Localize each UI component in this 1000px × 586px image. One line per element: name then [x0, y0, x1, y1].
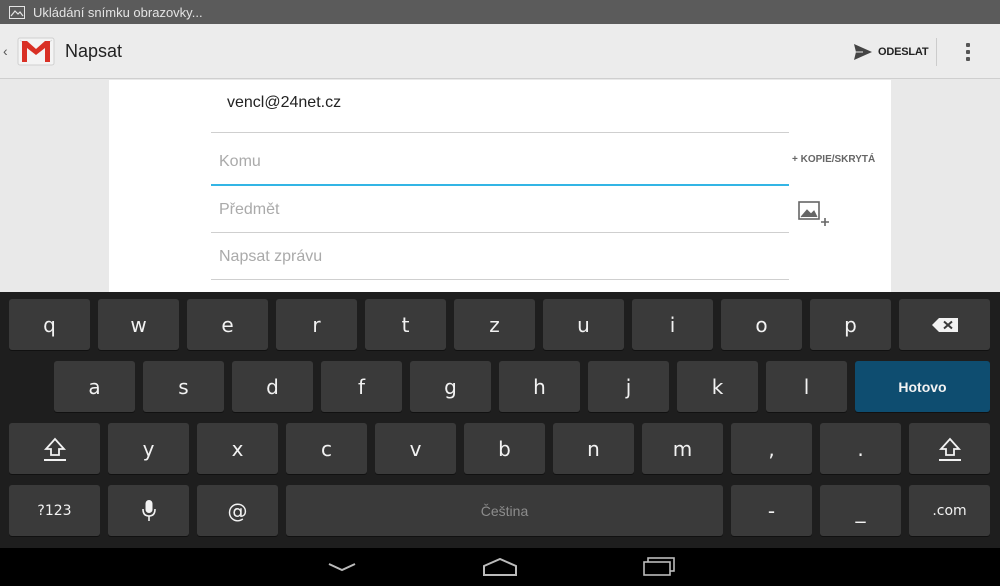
key-i[interactable]: i	[632, 299, 713, 350]
from-divider	[211, 132, 789, 133]
home-icon	[483, 558, 517, 576]
key-j[interactable]: j	[588, 361, 669, 412]
dotcom-key[interactable]: .com	[909, 485, 990, 536]
key-n[interactable]: n	[553, 423, 634, 474]
shift-key-left[interactable]	[9, 423, 100, 474]
at-key[interactable]: @	[197, 485, 278, 536]
subject-input[interactable]	[211, 192, 789, 228]
send-icon	[854, 43, 872, 60]
key-e[interactable]: e	[187, 299, 268, 350]
send-label: ODESLAT	[878, 45, 929, 58]
key-s[interactable]: s	[143, 361, 224, 412]
space-key[interactable]: Čeština	[286, 485, 723, 536]
symbols-key[interactable]: ?123	[9, 485, 100, 536]
key-r[interactable]: r	[276, 299, 357, 350]
send-button[interactable]: ODESLAT	[846, 24, 938, 79]
key-l[interactable]: l	[766, 361, 847, 412]
subject-underline	[211, 232, 789, 233]
notification-text: Ukládání snímku obrazovky...	[33, 4, 203, 20]
key-q[interactable]: q	[9, 299, 90, 350]
overflow-menu-button[interactable]	[948, 24, 988, 79]
key-t[interactable]: t	[365, 299, 446, 350]
home-button[interactable]	[465, 548, 535, 586]
key-g[interactable]: g	[410, 361, 491, 412]
key-z[interactable]: z	[454, 299, 535, 350]
dash-key[interactable]: -	[731, 485, 812, 536]
done-key[interactable]: Hotovo	[855, 361, 990, 412]
back-button[interactable]	[307, 548, 377, 586]
to-input[interactable]	[211, 144, 789, 180]
key-d[interactable]: d	[232, 361, 313, 412]
key-comma[interactable]: ,	[731, 423, 812, 474]
backspace-icon	[931, 317, 958, 332]
attach-picture-button[interactable]	[797, 200, 831, 230]
voice-input-key[interactable]	[108, 485, 189, 536]
key-u[interactable]: u	[543, 299, 624, 350]
page-title: Napsat	[65, 40, 123, 61]
soft-keyboard: q w e r t z u i o p a s d f g h j k l Ho…	[0, 292, 1000, 548]
key-c[interactable]: c	[286, 423, 367, 474]
key-x[interactable]: x	[197, 423, 278, 474]
recent-apps-icon	[643, 557, 675, 576]
back-icon	[328, 563, 356, 572]
shift-icon	[938, 437, 961, 461]
backspace-key[interactable]	[899, 299, 990, 350]
key-v[interactable]: v	[375, 423, 456, 474]
to-underline	[211, 184, 789, 186]
key-h[interactable]: h	[499, 361, 580, 412]
up-navigation-button[interactable]: ‹ Napsat	[0, 24, 122, 78]
key-period[interactable]: .	[820, 423, 901, 474]
key-f[interactable]: f	[321, 361, 402, 412]
message-body-input[interactable]	[211, 239, 789, 275]
action-bar-divider	[936, 38, 937, 66]
action-bar: ‹ Napsat ODESLAT	[0, 24, 1000, 79]
status-bar: Ukládání snímku obrazovky...	[0, 0, 1000, 24]
microphone-icon	[141, 499, 156, 521]
attach-picture-icon	[798, 201, 829, 226]
cc-bcc-button[interactable]: + KOPIE/SKRYTÁ	[792, 154, 875, 165]
key-o[interactable]: o	[721, 299, 802, 350]
from-account[interactable]: vencl@24net.cz	[227, 94, 341, 112]
back-caret-icon: ‹	[3, 43, 8, 59]
key-w[interactable]: w	[98, 299, 179, 350]
gmail-icon	[17, 37, 55, 66]
key-p[interactable]: p	[810, 299, 891, 350]
shift-key-right[interactable]	[909, 423, 990, 474]
shift-icon	[43, 437, 66, 461]
message-underline	[211, 279, 789, 280]
navigation-bar	[0, 548, 1000, 586]
key-a[interactable]: a	[54, 361, 135, 412]
compose-form: vencl@24net.cz + KOPIE/SKRYTÁ	[109, 80, 891, 292]
underscore-key[interactable]: _	[820, 485, 901, 536]
key-b[interactable]: b	[464, 423, 545, 474]
key-k[interactable]: k	[677, 361, 758, 412]
key-y[interactable]: y	[108, 423, 189, 474]
screenshot-icon	[9, 5, 25, 19]
recent-apps-button[interactable]	[624, 548, 694, 586]
key-m[interactable]: m	[642, 423, 723, 474]
overflow-menu-icon	[966, 42, 970, 47]
